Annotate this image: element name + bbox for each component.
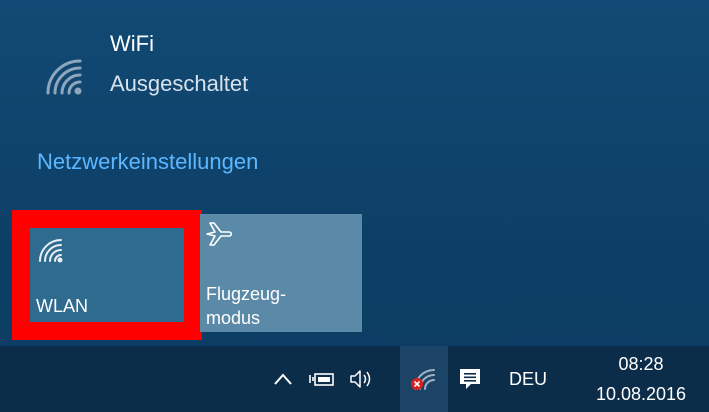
wlan-tile-label: WLAN [36, 296, 89, 316]
wifi-icon [46, 59, 82, 95]
network-flyout: WiFi Ausgeschaltet Netzwerkeinstellungen… [0, 0, 709, 412]
airplane-mode-label-line2: modus [206, 308, 261, 328]
volume-button[interactable] [342, 346, 382, 412]
taskbar: DEU 08:28 10.08.2016 [0, 346, 709, 412]
airplane-mode-tile-label: Flugzeug- modus [206, 282, 286, 330]
airplane-mode-label-line1: Flugzeug- [206, 284, 287, 304]
network-list-item-wifi[interactable]: WiFi Ausgeschaltet [0, 0, 709, 120]
action-center-button[interactable] [452, 346, 488, 412]
chevron-up-icon [274, 373, 292, 385]
battery-button[interactable] [304, 346, 340, 412]
show-hidden-icons-button[interactable] [267, 346, 299, 412]
wlan-tile-body: WLAN [30, 228, 184, 322]
network-settings-link[interactable]: Netzwerkeinstellungen [37, 148, 258, 176]
volume-icon [350, 370, 371, 388]
network-status: Ausgeschaltet [110, 71, 249, 96]
wifi-off-icon [411, 369, 435, 390]
wlan-quick-action-tile[interactable]: WLAN [12, 210, 202, 340]
airplane-mode-quick-action-tile[interactable]: Flugzeug- modus [200, 214, 362, 332]
network-name: WiFi [110, 31, 154, 56]
network-tray-button[interactable] [400, 346, 448, 412]
input-language-button[interactable]: DEU [500, 346, 556, 412]
airplane-icon [206, 222, 233, 246]
battery-icon [309, 373, 334, 386]
clock-date: 10.08.2016 [595, 384, 687, 404]
clock-button[interactable]: 08:28 10.08.2016 [578, 352, 704, 406]
wifi-icon [39, 239, 63, 263]
clock-time: 08:28 [618, 354, 664, 374]
action-center-icon [460, 369, 480, 389]
